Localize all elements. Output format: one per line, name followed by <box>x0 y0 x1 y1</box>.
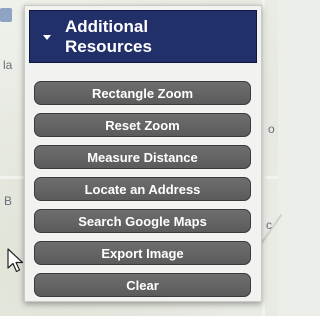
mouse-pointer-icon <box>7 248 24 273</box>
export-image-button[interactable]: Export Image <box>34 241 251 265</box>
map-label: c <box>266 218 272 232</box>
map-label: la <box>3 58 13 72</box>
map-road <box>262 0 265 316</box>
panel-button-list: Rectangle Zoom Reset Zoom Measure Distan… <box>34 81 251 297</box>
map-logo-icon <box>0 8 12 22</box>
locate-address-button[interactable]: Locate an Address <box>34 177 251 201</box>
panel-title: Additional Resources <box>65 17 152 57</box>
panel-title-line2: Resources <box>65 36 152 56</box>
search-google-maps-button[interactable]: Search Google Maps <box>34 209 251 233</box>
panel-header-toggle[interactable]: Additional Resources <box>29 10 257 63</box>
map-label: B <box>4 194 13 208</box>
caret-down-icon[interactable] <box>43 35 51 40</box>
reset-zoom-button[interactable]: Reset Zoom <box>34 113 251 137</box>
clear-button[interactable]: Clear <box>34 273 251 297</box>
rectangle-zoom-button[interactable]: Rectangle Zoom <box>34 81 251 105</box>
additional-resources-panel: Additional Resources Rectangle Zoom Rese… <box>24 5 262 302</box>
measure-distance-button[interactable]: Measure Distance <box>34 145 251 169</box>
map-label: o <box>268 122 275 136</box>
panel-title-line1: Additional <box>65 16 149 36</box>
